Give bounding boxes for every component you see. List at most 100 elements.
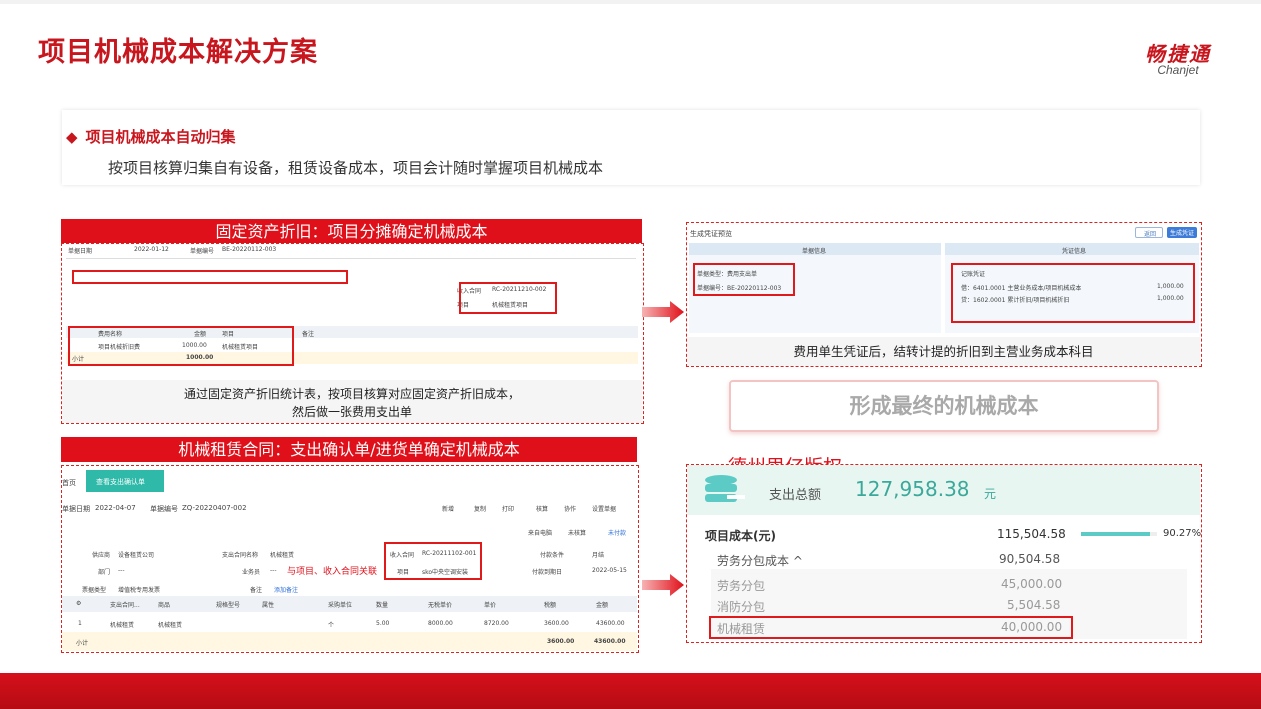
panel3-subtotal-amount: 43600.00 (594, 638, 626, 645)
panel2-back-label: 返回 (1144, 231, 1157, 238)
project-cost-label: 项目成本(元) (705, 529, 776, 543)
panel1-date-label: 单据日期 (68, 248, 93, 255)
intro-heading-text: 项目机械成本自动归集 (85, 128, 236, 146)
panel3-tab-home[interactable]: 首页 (62, 478, 76, 488)
panel2-generate-label: 生成凭证 (1170, 230, 1195, 237)
panel3-action-print[interactable]: 打印 (502, 504, 514, 513)
panel3-pay-date-label: 付款到期日 (532, 569, 563, 576)
table-column-header: 支出合同... (110, 602, 140, 609)
panel3-salesman-label: 业务员 (242, 569, 261, 576)
panel3-action-collab[interactable]: 协作 (564, 504, 576, 513)
panel1-date: 2022-01-12 (134, 246, 169, 253)
project-cost-bar-track (1081, 532, 1157, 536)
panel1-caption-2: 然后做一张费用支出单 (291, 405, 412, 419)
panel2-left-highlight (693, 263, 795, 296)
panel2-caption: 费用单生凭证后，结转计提的折旧到主营业务成本科目 (793, 344, 1094, 359)
panel2-generate-button[interactable]: 生成凭证 (1167, 227, 1197, 238)
item-fire-value: 5,504.58 (1007, 598, 1061, 612)
panel3-note-button[interactable]: 添加备注 (274, 585, 298, 594)
panel2-header: 生成凭证预览 (690, 230, 732, 238)
table-column-header: 属性 (262, 602, 275, 609)
item-fire-label: 消防分包 (717, 600, 766, 614)
final-cost-label: 形成最终的机械成本 (729, 380, 1159, 432)
panel3-note-label: 备注 (250, 587, 263, 594)
labor-cost-label[interactable]: 劳务分包成本 ^ (717, 552, 803, 569)
divider (66, 258, 636, 259)
panel1-no-label: 单据编号 (190, 248, 215, 255)
top-band (0, 0, 1261, 4)
panel3-invoice: 增值税专用发票 (118, 587, 161, 594)
table-cell: 3600.00 (544, 620, 569, 627)
brand-logo: 畅捷通 Chanjet (1128, 44, 1228, 77)
total-value: 127,958.38 (855, 477, 970, 501)
project-cost-value: 115,504.58 (997, 527, 1066, 541)
panel1-table-highlight (68, 326, 294, 366)
panel3-box: 首页 查看支出确认单 单据日期 2022-04-07 单据编号 ZQ-20220… (61, 465, 639, 653)
item-labor-label: 劳务分包 (717, 579, 766, 593)
table-column-header: 无税单价 (428, 602, 453, 609)
cost-summary-header: 支出总额 127,958.38 元 (687, 465, 1200, 515)
table-column-header: 数量 (376, 602, 389, 609)
panel3-date-label: 单据日期 (62, 505, 90, 513)
panel3-status1: 来自电脑 (528, 530, 553, 537)
cost-summary-panel: 支出总额 127,958.38 元 项目成本(元) 115,504.58 90.… (686, 464, 1202, 643)
arrow-right-icon (642, 574, 684, 596)
machine-rent-highlight (709, 616, 1073, 639)
panel3-pay-terms-label: 付款条件 (540, 552, 565, 559)
logo-text-cn: 畅捷通 (1145, 42, 1211, 66)
item-labor-value: 45,000.00 (1001, 577, 1063, 591)
panel3-supplier-label: 供应商 (92, 552, 111, 559)
table-cell: 8000.00 (428, 620, 453, 627)
page-title: 项目机械成本解决方案 (38, 37, 318, 68)
intro-card: ◆ 项目机械成本自动归集 按项目核算归集自有设备，租赁设备成本，项目会计随时掌握项… (62, 110, 1200, 185)
panel3-pay-date: 2022-05-15 (592, 567, 627, 574)
database-icon (705, 475, 745, 502)
panel3-dept: --- (118, 567, 125, 574)
logo-text-en: Chanjet (1157, 63, 1199, 77)
total-unit: 元 (984, 487, 997, 501)
panel3-action-settings[interactable]: 设置单据 (592, 504, 616, 513)
total-label: 支出总额 (769, 488, 822, 503)
panel3-invoice-label: 票据类型 (82, 587, 107, 594)
labor-cost-value: 90,504.58 (999, 552, 1061, 566)
panel3-subtotal-tax: 3600.00 (547, 638, 575, 645)
panel3-contract-name-label: 支出合同名称 (222, 552, 259, 559)
table-cell: 机械租赁 (158, 622, 183, 629)
panel3-contract-highlight (384, 542, 482, 580)
intro-heading: ◆ 项目机械成本自动归集 (66, 126, 236, 147)
panel1-box: 单据日期 2022-01-12 单据编号 BE-20220112-003 收入合… (61, 243, 644, 424)
panel3-tab-doc-label: 查看支出确认单 (96, 478, 145, 486)
table-cell: 8720.00 (484, 620, 509, 627)
table-cell: 43600.00 (596, 620, 625, 627)
table-cell: 5.00 (376, 620, 390, 627)
panel3-salesman: --- (270, 567, 277, 574)
panel3-action-new[interactable]: 新增 (442, 504, 454, 513)
panel2-back-button[interactable]: 返回 (1135, 227, 1163, 238)
panel3-subtotal-label: 小计 (76, 640, 89, 647)
table-column-header: 单价 (484, 602, 497, 609)
table-column-header: 规格型号 (216, 602, 241, 609)
panel3-pay-terms: 月结 (592, 552, 605, 559)
footer-band (0, 673, 1261, 709)
panel3-status2: 未核算 (568, 530, 587, 537)
table-column-header: 税额 (544, 602, 557, 609)
diamond-icon: ◆ (66, 128, 78, 146)
table-cell: 机械租赁 (110, 622, 135, 629)
table-row-index: 1 (78, 620, 82, 627)
panel2-right-highlight (951, 263, 1195, 323)
panel3-no-label: 单据编号 (150, 505, 178, 513)
panel3-action-copy[interactable]: 复制 (474, 504, 486, 513)
project-cost-pct: 90.27% (1163, 528, 1202, 539)
column-index-icon: ⚙ (76, 600, 82, 607)
panel1-no: BE-20220112-003 (222, 246, 277, 253)
panel3-annotation: 与项目、收入合同关联 (287, 567, 378, 577)
table-column-header: 采购单位 (328, 602, 353, 609)
panel3-action-check[interactable]: 核算 (536, 504, 548, 513)
panel3-no: ZQ-20220407-002 (182, 504, 247, 512)
panel2-right-col: 凭证信息 (1062, 248, 1087, 255)
panel3-tab-doc[interactable]: 查看支出确认单 (86, 470, 164, 492)
panel1-caption-1: 通过固定资产折旧统计表，按项目核算对应固定资产折旧成本， (183, 387, 520, 401)
panel3-dept-label: 部门 (98, 569, 111, 576)
panel1-type-highlight (72, 270, 348, 284)
slide: 项目机械成本解决方案 畅捷通 Chanjet ◆ 项目机械成本自动归集 按项目核算… (0, 0, 1261, 709)
